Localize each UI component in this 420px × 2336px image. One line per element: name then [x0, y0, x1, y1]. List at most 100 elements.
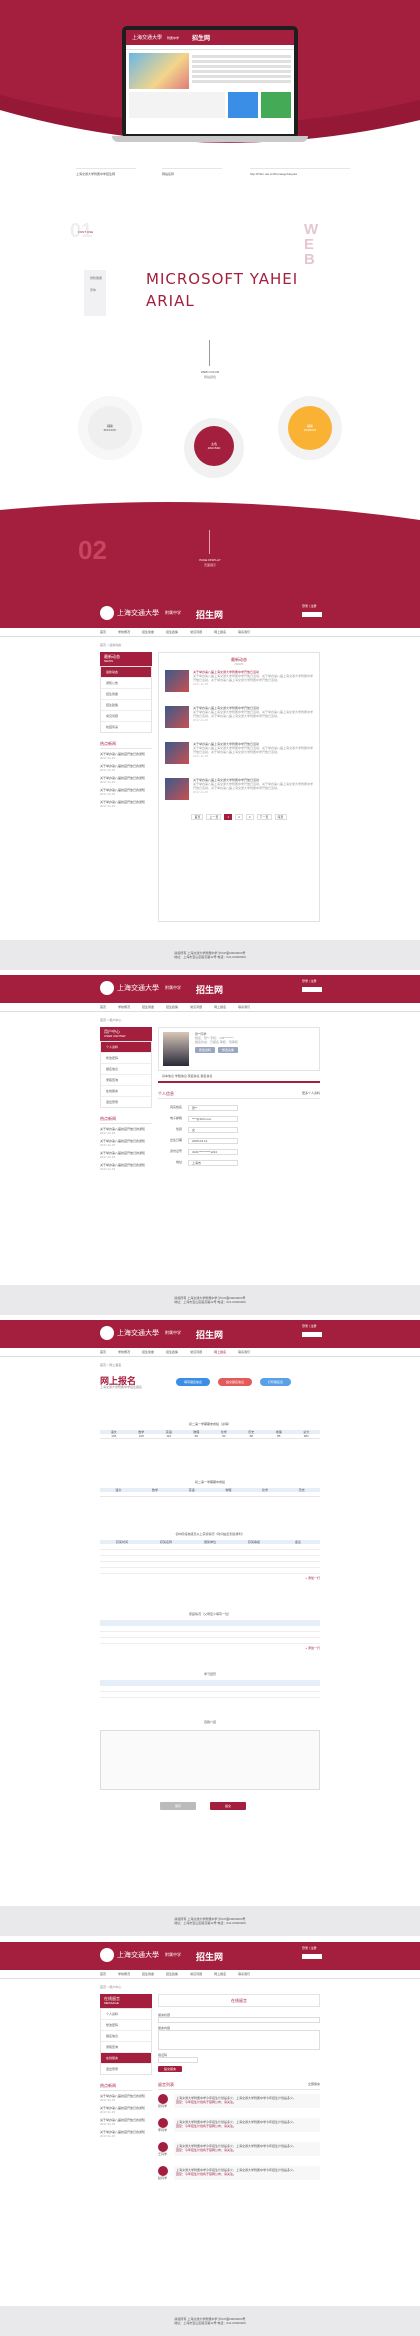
- p2-side-item-1[interactable]: 修改密码: [101, 1052, 151, 1063]
- p2-side-item-2[interactable]: 报名信息: [101, 1063, 151, 1074]
- p4-side-item-5[interactable]: 退出登录: [101, 2063, 151, 2074]
- page-display-band: 02 PAGE DISPLAY 页面展示: [0, 500, 420, 600]
- edit-profile-button[interactable]: 修改资料: [195, 1047, 216, 1053]
- nav-apply[interactable]: 网上报名: [214, 1972, 226, 1976]
- field-value[interactable]: 张**: [188, 1105, 238, 1111]
- nav-policy[interactable]: 招生政策: [166, 1005, 178, 1009]
- p2-side-item-5[interactable]: 退出登录: [101, 1096, 151, 1107]
- field-value[interactable]: 2005-03-12: [188, 1138, 238, 1144]
- p2-side-item-4[interactable]: 在线留言: [101, 1085, 151, 1096]
- field-value[interactable]: ****@163.com: [188, 1116, 238, 1122]
- nav-brochure[interactable]: 招生简章: [142, 1005, 154, 1009]
- nav-about[interactable]: 学校概况: [118, 1350, 130, 1354]
- nav-contact[interactable]: 联系我们: [238, 1972, 250, 1976]
- score-cell[interactable]: 105: [100, 1434, 128, 1438]
- p1-seal-icon: [100, 606, 114, 620]
- message-content-textarea[interactable]: [158, 2030, 320, 2050]
- nav-policy[interactable]: 招生政策: [166, 1350, 178, 1354]
- message-title-input[interactable]: [158, 2017, 320, 2023]
- edit-avatar-button[interactable]: 修改头像: [218, 1047, 239, 1053]
- step-2[interactable]: 提交报名信息: [218, 1378, 253, 1386]
- nav-brochure[interactable]: 招生简章: [142, 1972, 154, 1976]
- p1-article[interactable]: 关于举办第八届上海交通大学附属中学开放日活动 关于举办第八届上海交通大学附属中学…: [165, 670, 313, 692]
- p1-article[interactable]: 关于举办第八届上海交通大学附属中学开放日活动 关于举办第八届上海交通大学附属中学…: [165, 742, 313, 764]
- p4-side-item-3[interactable]: 录取查询: [101, 2041, 151, 2052]
- p1-search-input[interactable]: [302, 612, 322, 617]
- p1-article[interactable]: 关于举办第八届上海交通大学附属中学开放日活动 关于举办第八届上海交通大学附属中学…: [165, 778, 313, 800]
- p4-login-link[interactable]: 登录 | 注册: [302, 1946, 316, 1950]
- captcha-input[interactable]: [158, 2057, 198, 2063]
- step-1[interactable]: 填写报名信息: [176, 1378, 211, 1386]
- step-3[interactable]: 打印报名表: [260, 1378, 292, 1386]
- save-button[interactable]: 保存: [160, 1802, 196, 1810]
- add-row-link[interactable]: + 添加一行: [100, 1576, 320, 1580]
- pager-next[interactable]: 下一页: [256, 814, 272, 820]
- nav-contact[interactable]: 联系我们: [238, 630, 250, 634]
- score-cell[interactable]: 95: [183, 1434, 211, 1438]
- score-cell[interactable]: 90: [210, 1434, 238, 1438]
- pager-3[interactable]: 3: [245, 814, 254, 820]
- p2-login-link[interactable]: 登录 | 注册: [302, 979, 316, 983]
- nav-brochure[interactable]: 招生简章: [142, 1350, 154, 1354]
- field-value[interactable]: 上海市: [188, 1160, 238, 1166]
- add-row-link[interactable]: + 添加一行: [100, 1646, 320, 1650]
- nav-apply[interactable]: 网上报名: [214, 1005, 226, 1009]
- nav-about[interactable]: 学校概况: [118, 630, 130, 634]
- nav-faq[interactable]: 常见问题: [190, 1005, 202, 1009]
- nav-about[interactable]: 学校概况: [118, 1972, 130, 1976]
- p1-side-item-3[interactable]: 招生政策: [101, 699, 151, 710]
- nav-apply[interactable]: 网上报名: [214, 630, 226, 634]
- field-value[interactable]: 女: [188, 1127, 238, 1133]
- p4-side-item-1[interactable]: 修改密码: [101, 2019, 151, 2030]
- p1-side-item-5[interactable]: 校园风采: [101, 721, 151, 732]
- score-cell[interactable]: 88: [238, 1434, 266, 1438]
- field-value[interactable]: 3101**********1234: [188, 1149, 238, 1155]
- nav-faq[interactable]: 常见问题: [190, 630, 202, 634]
- p2-side-item-3[interactable]: 录取查询: [101, 1074, 151, 1085]
- pager-first[interactable]: 首页: [191, 814, 204, 820]
- nav-policy[interactable]: 招生政策: [166, 1972, 178, 1976]
- submit-message-button[interactable]: 提交留言: [158, 2066, 183, 2072]
- p2-tabs[interactable]: 基本信息 学籍信息 家庭信息 报名信息: [158, 1071, 320, 1083]
- p1-side-item-4[interactable]: 常见问题: [101, 710, 151, 721]
- nav-brochure[interactable]: 招生简章: [142, 630, 154, 634]
- pager-1[interactable]: 1: [224, 814, 233, 820]
- color-title-en: WEB COLOR: [200, 370, 220, 374]
- p2-search-input[interactable]: [302, 987, 322, 992]
- p1-article[interactable]: 关于举办第八届上海交通大学附属中学开放日活动 关于举办第八届上海交通大学附属中学…: [165, 706, 313, 728]
- nav-home[interactable]: 首页: [100, 1350, 106, 1354]
- p1-login-link[interactable]: 登录 | 注册: [302, 604, 316, 608]
- nav-home[interactable]: 首页: [100, 630, 106, 634]
- pager-2[interactable]: 2: [235, 814, 243, 820]
- pager-last[interactable]: 尾页: [274, 814, 287, 820]
- self-intro-textarea[interactable]: [100, 1730, 320, 1790]
- nav-about[interactable]: 学校概况: [118, 1005, 130, 1009]
- nav-contact[interactable]: 联系我们: [238, 1005, 250, 1009]
- p1-side-item-1[interactable]: 通知公告: [101, 677, 151, 688]
- pager-prev[interactable]: 上一页: [206, 814, 222, 820]
- nav-contact[interactable]: 联系我们: [238, 1350, 250, 1354]
- p2-more-link[interactable]: 更多个人资料: [302, 1091, 320, 1096]
- score-cell[interactable]: 108: [128, 1434, 156, 1438]
- score-cell[interactable]: 681: [293, 1434, 321, 1438]
- p4-side-item-4[interactable]: 在线留言: [101, 2052, 151, 2063]
- p3-login-link[interactable]: 登录 | 注册: [302, 1324, 316, 1328]
- p2-side-item-0[interactable]: 个人资料: [101, 1042, 151, 1052]
- p1-side-item-0[interactable]: 最新动态: [101, 667, 151, 677]
- score-cell[interactable]: 85: [265, 1434, 293, 1438]
- nav-home[interactable]: 首页: [100, 1972, 106, 1976]
- all-messages-link[interactable]: 全部留言: [308, 2082, 320, 2087]
- nav-policy[interactable]: 招生政策: [166, 630, 178, 634]
- p4-side-item-0[interactable]: 个人资料: [101, 2009, 151, 2019]
- score-cell[interactable]: 110: [155, 1434, 183, 1438]
- nav-faq[interactable]: 常见问题: [190, 1350, 202, 1354]
- submit-button[interactable]: 提交: [210, 1802, 246, 1810]
- nav-home[interactable]: 首页: [100, 1005, 106, 1009]
- p3-search-input[interactable]: [302, 1332, 322, 1337]
- p4-search-input[interactable]: [302, 1954, 322, 1959]
- laptop-logo-sub: 附属中学: [167, 35, 180, 40]
- nav-apply[interactable]: 网上报名: [214, 1350, 226, 1354]
- nav-faq[interactable]: 常见问题: [190, 1972, 202, 1976]
- p1-side-item-2[interactable]: 招生简章: [101, 688, 151, 699]
- p4-side-item-2[interactable]: 报名信息: [101, 2030, 151, 2041]
